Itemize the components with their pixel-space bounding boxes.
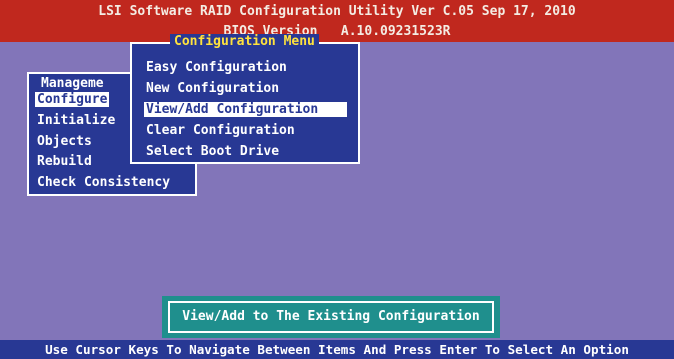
menu-item-select-boot-drive[interactable]: Select Boot Drive [146, 144, 279, 159]
menu-item-view-add-configuration[interactable]: View/Add Configuration [144, 102, 347, 117]
header-bar: LSI Software RAID Configuration Utility … [0, 0, 674, 42]
help-bar: Use Cursor Keys To Navigate Between Item… [0, 340, 674, 359]
management-menu-title: Manageme [41, 76, 104, 91]
menu-item-initialize[interactable]: Initialize [37, 113, 115, 128]
menu-item-clear-configuration[interactable]: Clear Configuration [146, 123, 295, 138]
configuration-menu-title: Configuration Menu [170, 34, 319, 49]
menu-item-new-configuration[interactable]: New Configuration [146, 81, 279, 96]
status-message: View/Add to The Existing Configuration [168, 301, 494, 333]
app-title: LSI Software RAID Configuration Utility … [98, 4, 576, 19]
menu-item-objects[interactable]: Objects [37, 134, 92, 149]
configuration-menu: Configuration Menu Easy Configuration Ne… [130, 34, 360, 164]
bios-version: BIOS Version A.10.09231523R [223, 24, 451, 39]
status-box: View/Add to The Existing Configuration [162, 296, 500, 338]
menu-item-check-consistency[interactable]: Check Consistency [37, 175, 170, 190]
menu-item-configure[interactable]: Configure [35, 92, 110, 107]
menu-item-rebuild[interactable]: Rebuild [37, 154, 92, 169]
menu-item-easy-configuration[interactable]: Easy Configuration [146, 60, 287, 75]
